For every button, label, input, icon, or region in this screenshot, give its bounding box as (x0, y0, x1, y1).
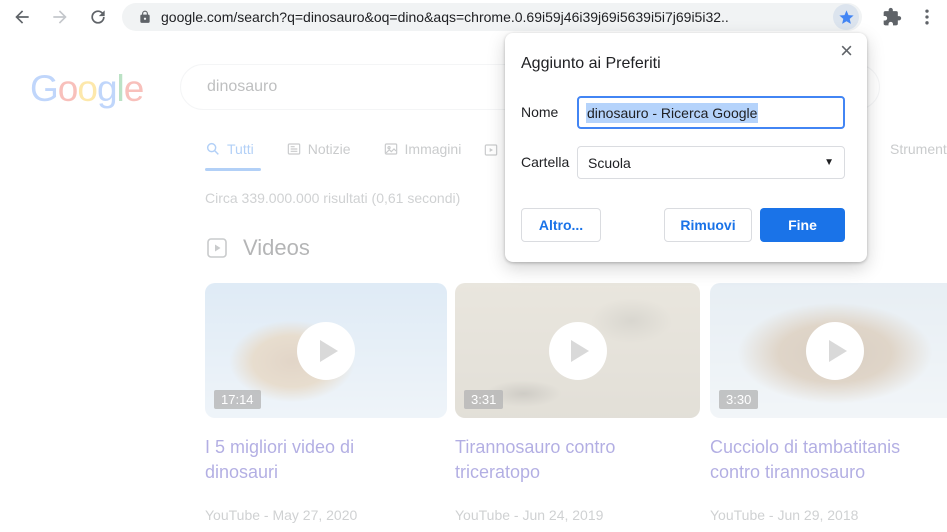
lock-icon (138, 10, 152, 24)
folder-select[interactable]: Scuola ▼ (577, 146, 845, 179)
bookmark-dialog: Aggiunto ai Preferiti × Nome dinosauro -… (505, 33, 867, 262)
video-thumbnail[interactable]: 17:14 (205, 283, 447, 418)
video-source: YouTube - Jun 24, 2019 (455, 507, 700, 523)
folder-label: Cartella (521, 154, 569, 170)
videos-section-title: Videos (243, 235, 310, 261)
video-thumbnail[interactable]: 3:31 (455, 283, 700, 418)
videos-icon (205, 236, 229, 260)
extensions-icon[interactable] (881, 6, 903, 28)
videos-section-header: Videos (205, 235, 310, 261)
active-tab-underline (205, 168, 261, 171)
address-bar[interactable]: google.com/search?q=dinosauro&oq=dino&aq… (122, 3, 862, 31)
result-tabs: Tutti Notizie Immagini (205, 141, 493, 157)
video-duration: 17:14 (214, 390, 261, 409)
video-source: YouTube - Jun 29, 2018 (710, 507, 947, 523)
browser-menu-icon[interactable] (916, 6, 938, 28)
browser-toolbar: google.com/search?q=dinosauro&oq=dino&aq… (0, 0, 947, 34)
video-title-link[interactable]: Tirannosauro contro triceratopo (455, 435, 667, 485)
video-card: 3:31 Tirannosauro contro triceratopo You… (455, 283, 700, 523)
name-label: Nome (521, 104, 558, 120)
folder-selected-value: Scuola (588, 155, 824, 171)
done-button[interactable]: Fine (760, 208, 845, 242)
video-source: YouTube - May 27, 2020 (205, 507, 447, 523)
video-card: 3:30 Cucciolo di tambatitanis contro tir… (710, 283, 947, 523)
video-duration: 3:30 (719, 390, 758, 409)
tab-immagini[interactable]: Immagini (383, 141, 462, 157)
play-icon (549, 322, 607, 380)
video-title-link[interactable]: I 5 migliori video di dinosauri (205, 435, 417, 485)
tab-tutti[interactable]: Tutti (205, 141, 254, 157)
images-icon (383, 141, 399, 157)
result-stats: Circa 339.000.000 risultati (0,61 second… (205, 190, 460, 206)
video-thumbnail[interactable]: 3:30 (710, 283, 947, 418)
dialog-title: Aggiunto ai Preferiti (521, 55, 661, 73)
back-icon[interactable] (11, 6, 33, 28)
url-text: google.com/search?q=dinosauro&oq=dino&aq… (161, 9, 862, 25)
video-card: 17:14 I 5 migliori video di dinosauri Yo… (205, 283, 447, 523)
browser-window: google.com/search?q=dinosauro&oq=dino&aq… (0, 0, 947, 532)
remove-button[interactable]: Rimuovi (664, 208, 752, 242)
close-icon[interactable]: × (840, 39, 853, 63)
selected-text: dinosauro - Ricerca Google (586, 103, 758, 123)
reload-icon[interactable] (87, 6, 109, 28)
play-icon (297, 322, 355, 380)
play-icon (806, 322, 864, 380)
tab-strumenti[interactable]: Strumenti (890, 141, 947, 157)
search-tab-icon (205, 141, 221, 157)
video-title-link[interactable]: Cucciolo di tambatitanis contro tirannos… (710, 435, 947, 485)
forward-icon[interactable] (49, 6, 71, 28)
chevron-down-icon: ▼ (824, 157, 834, 168)
more-button[interactable]: Altro... (521, 208, 601, 242)
bookmark-star-icon[interactable] (833, 4, 859, 30)
search-query-text: dinosauro (207, 78, 277, 96)
tab-notizie[interactable]: Notizie (286, 141, 351, 157)
google-logo: Google (30, 68, 143, 110)
bookmark-name-input[interactable]: dinosauro - Ricerca Google (577, 96, 845, 129)
video-duration: 3:31 (464, 390, 503, 409)
news-icon (286, 141, 302, 157)
video-tab-icon[interactable] (483, 142, 499, 158)
